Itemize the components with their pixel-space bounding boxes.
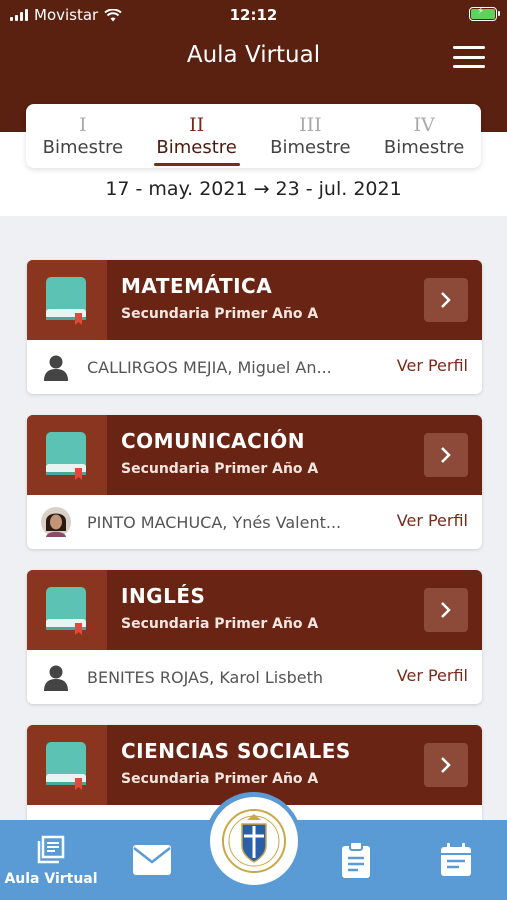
tab-numeral: I	[79, 114, 87, 136]
person-silhouette-icon	[41, 352, 71, 382]
view-profile-link[interactable]: Ver Perfil	[397, 666, 468, 685]
term-tabs: I Bimestre II Bimestre III Bimestre IV B…	[26, 104, 481, 168]
course-card: COMUNICACIÓN Secundaria Primer Año A PIN…	[27, 415, 482, 549]
book-icon	[27, 570, 107, 650]
person-silhouette-icon	[41, 662, 71, 692]
teacher-name: PINTO MACHUCA, Ynés Valent...	[87, 512, 342, 532]
nav-messages[interactable]	[112, 820, 192, 900]
course-name: MATEMÁTICA	[121, 274, 273, 298]
nav-assignments[interactable]	[316, 820, 396, 900]
tab-numeral: II	[189, 114, 205, 136]
nav-label: Aula Virtual	[4, 871, 98, 887]
tab-label: Bimestre	[270, 137, 351, 158]
clipboard-icon	[342, 841, 370, 878]
course-header[interactable]: COMUNICACIÓN Secundaria Primer Año A	[27, 415, 482, 495]
course-header[interactable]: MATEMÁTICA Secundaria Primer Año A	[27, 260, 482, 340]
tab-bimestre-2[interactable]: II Bimestre	[140, 104, 254, 168]
teacher-photo	[41, 507, 71, 537]
book-icon	[27, 725, 107, 805]
course-name: COMUNICACIÓN	[121, 429, 306, 453]
tab-numeral: IV	[413, 114, 435, 136]
view-profile-link[interactable]: Ver Perfil	[397, 511, 468, 530]
date-range: 17 - may. 2021 → 23 - jul. 2021	[105, 178, 402, 200]
chevron-right-icon[interactable]	[424, 588, 468, 632]
calendar-icon	[441, 843, 471, 876]
school-crest[interactable]	[209, 796, 298, 885]
course-level: Secundaria Primer Año A	[121, 771, 319, 787]
course-name: CIENCIAS SOCIALES	[121, 739, 351, 763]
nav-aula-virtual[interactable]: Aula Virtual	[0, 820, 102, 900]
course-level: Secundaria Primer Año A	[121, 461, 319, 477]
course-name: INGLÉS	[121, 584, 206, 608]
course-header[interactable]: INGLÉS Secundaria Primer Año A	[27, 570, 482, 650]
nav-calendar[interactable]	[416, 820, 496, 900]
mail-icon	[133, 845, 171, 875]
battery-icon	[469, 6, 500, 21]
view-profile-link[interactable]: Ver Perfil	[397, 356, 468, 375]
teacher-name: BENITES ROJAS, Karol Lisbeth	[87, 667, 323, 687]
chevron-right-icon[interactable]	[424, 743, 468, 787]
page-title: Aula Virtual	[186, 42, 321, 68]
tab-label: Bimestre	[42, 137, 124, 158]
tab-label: Bimestre	[383, 137, 465, 158]
tab-bimestre-4[interactable]: IV Bimestre	[367, 104, 481, 168]
book-icon	[27, 415, 107, 495]
course-level: Secundaria Primer Año A	[121, 306, 319, 322]
tab-label: Bimestre	[156, 137, 237, 158]
teacher-name: CALLIRGOS MEJIA, Miguel An...	[87, 357, 332, 377]
crest-container	[205, 792, 302, 889]
chevron-right-icon[interactable]	[424, 433, 468, 477]
course-card: MATEMÁTICA Secundaria Primer Año A CALLI…	[27, 260, 482, 394]
tab-bimestre-1[interactable]: I Bimestre	[26, 104, 140, 168]
clock: 12:12	[229, 6, 278, 24]
hamburger-menu-icon[interactable]	[453, 46, 485, 68]
status-bar: Movistar 12:12	[0, 0, 507, 30]
tab-bimestre-3[interactable]: III Bimestre	[254, 104, 368, 168]
book-icon	[27, 260, 107, 340]
chevron-right-icon[interactable]	[424, 278, 468, 322]
course-level: Secundaria Primer Año A	[121, 616, 319, 632]
tab-numeral: III	[299, 114, 322, 136]
course-card: INGLÉS Secundaria Primer Año A BENITES R…	[27, 570, 482, 704]
book-icon	[37, 835, 65, 864]
